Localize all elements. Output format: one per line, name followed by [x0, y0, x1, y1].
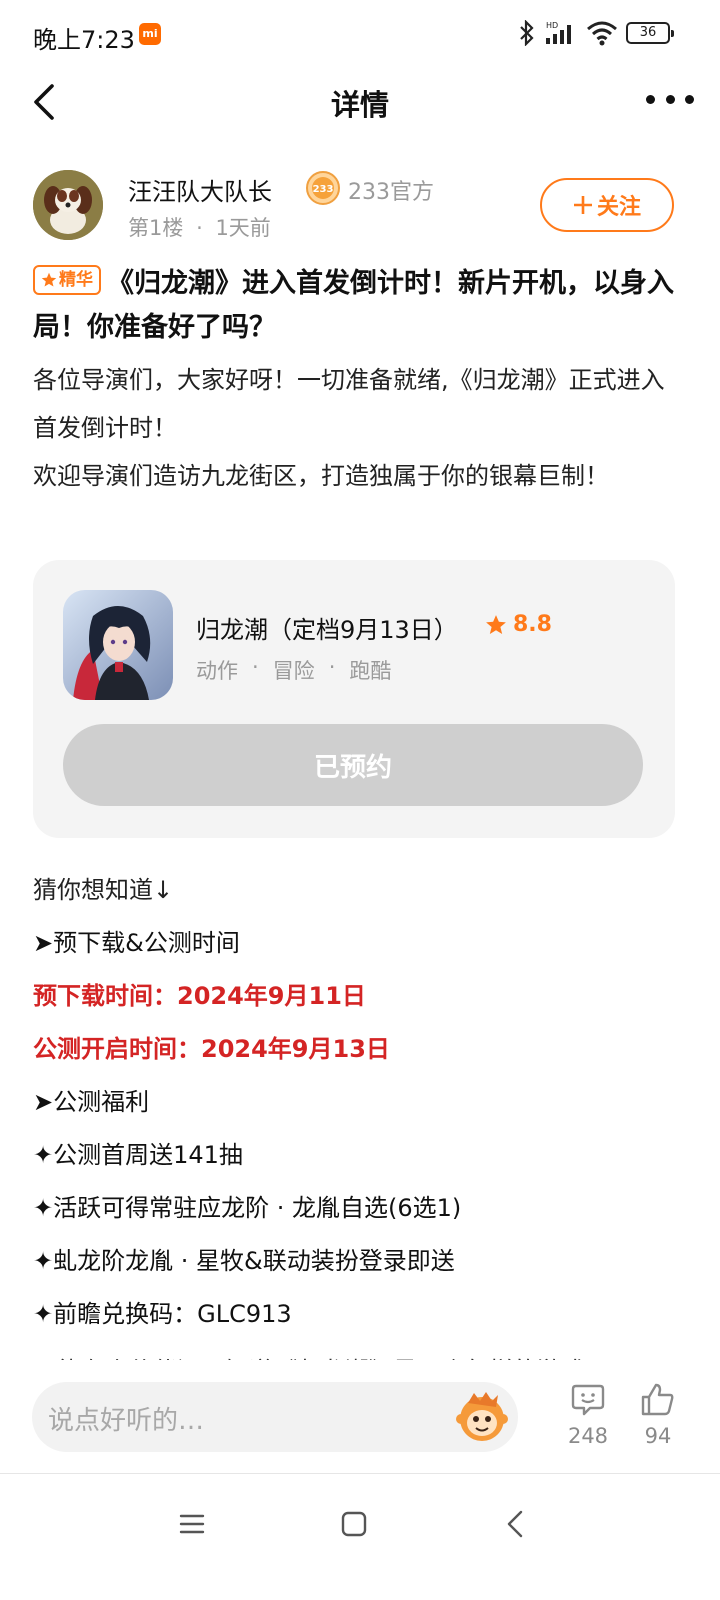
- post-body: 各位导演们，大家好呀！一切准备就绪,《归龙潮》正式进入首发倒计时！ 欢迎导演们造…: [33, 356, 683, 500]
- follow-label: 关注: [596, 195, 641, 220]
- square-icon: [341, 1511, 367, 1537]
- wifi-icon: [587, 21, 617, 46]
- menu-icon: [179, 1514, 205, 1534]
- content-line: ✦公测首周送141抽: [33, 1141, 243, 1169]
- game-tag: 冒险: [272, 659, 315, 683]
- game-app-icon[interactable]: [63, 590, 173, 700]
- essence-tag: 精华: [33, 265, 101, 295]
- game-rating: 8.8: [485, 612, 552, 637]
- dot-icon: [665, 94, 675, 104]
- system-back-button[interactable]: [496, 1504, 536, 1544]
- comment-bubble-icon: [571, 1384, 605, 1416]
- floor-label: 第1楼: [128, 216, 184, 240]
- author-avatar[interactable]: [33, 170, 103, 240]
- game-name: 归龙潮（定档9月13日）: [196, 616, 458, 644]
- post-title-block: 精华 《归龙潮》进入首发倒计时！新片开机，以身入局！你准备好了吗？: [33, 262, 688, 350]
- post-paragraph: 欢迎导演们造访九龙街区，打造独属于你的银幕巨制！: [33, 462, 609, 490]
- post-meta: 第1楼 · 1天前: [128, 212, 271, 242]
- plus-icon: [573, 196, 592, 214]
- cellular-signal-icon: HD: [546, 21, 571, 44]
- comment-input[interactable]: 说点好听的…: [32, 1382, 518, 1452]
- author-name[interactable]: 汪汪队大队长: [128, 172, 272, 207]
- recent-apps-button[interactable]: [172, 1504, 212, 1544]
- comment-count: 248: [567, 1424, 609, 1448]
- tag-separator: ·: [252, 655, 259, 679]
- comment-placeholder: 说点好听的…: [48, 1406, 205, 1436]
- reserved-button[interactable]: 已预约: [63, 724, 643, 806]
- game-tags: 动作 · 冒险 · 跑酷: [196, 655, 391, 685]
- bluetooth-icon: [520, 20, 534, 46]
- star-icon: [41, 272, 57, 287]
- status-icons: HD 36: [518, 20, 674, 46]
- chevron-left-icon: [507, 1510, 523, 1538]
- mi-notification-icon: mi: [139, 23, 161, 45]
- dog-avatar-icon: [33, 170, 103, 240]
- post-time: 1天前: [215, 216, 271, 240]
- author-row: 汪汪队大队长 233 233官方 第1楼 · 1天前 关注: [0, 166, 720, 246]
- game-tag: 跑酷: [349, 659, 392, 683]
- dot-icon: [646, 94, 655, 104]
- highlight-line: 预下载时间：2024年9月11日: [33, 982, 366, 1010]
- status-time: 晚上7:23: [33, 26, 135, 54]
- section-heading: ➤预下载&公测时间: [33, 929, 240, 957]
- emoji-monkey-icon[interactable]: [454, 1389, 510, 1445]
- badge-text: 233: [313, 184, 334, 195]
- content-line: ✦活跃可得常驻应龙阶 · 龙胤自选(6选1): [33, 1194, 462, 1222]
- thumbs-up-icon: [641, 1383, 674, 1416]
- post-paragraph: 各位导演们，大家好呀！一切准备就绪,《归龙潮》正式进入首发倒计时！: [33, 366, 665, 442]
- battery-icon: 36: [626, 22, 674, 44]
- content-line: ✦前瞻兑换码：GLC913: [33, 1300, 292, 1328]
- official-label: 233官方: [348, 180, 434, 205]
- section-heading: ➤公测福利: [33, 1088, 150, 1116]
- follow-button[interactable]: 关注: [540, 178, 674, 232]
- comment-bar: 说点好听的… 248 94: [0, 1360, 720, 1474]
- comment-count-button[interactable]: 248: [558, 1382, 618, 1448]
- page-title: 详情: [330, 88, 389, 122]
- more-options-button[interactable]: [646, 88, 694, 110]
- status-bar: 晚上7:23 mi HD 36: [0, 0, 720, 70]
- svg-text:HD: HD: [546, 21, 558, 30]
- post-content: 猜你想知道↓ ➤预下载&公测时间 预下载时间：2024年9月11日 公测开启时间…: [33, 864, 683, 1371]
- game-card[interactable]: 归龙潮（定档9月13日） 8.8 动作 · 冒险 · 跑酷 已预约: [33, 560, 675, 838]
- like-button[interactable]: 94: [628, 1382, 688, 1448]
- dot-icon: [685, 94, 694, 104]
- game-tag: 动作: [196, 659, 238, 683]
- system-nav-bar: [0, 1476, 720, 1600]
- home-button[interactable]: [334, 1504, 374, 1544]
- content-line: 猜你想知道↓: [33, 876, 174, 904]
- content-line: ✦虬龙阶龙胤 · 星牧&联动装扮登录即送: [33, 1247, 455, 1275]
- official-233-badge-icon: 233: [306, 171, 340, 205]
- like-count: 94: [644, 1424, 672, 1448]
- star-icon: [486, 614, 506, 634]
- meta-separator: ·: [196, 216, 203, 240]
- post-title: 《归龙潮》进入首发倒计时！新片开机，以身入局！你准备好了吗？: [33, 268, 674, 343]
- top-nav-bar: 详情: [0, 70, 720, 136]
- highlight-line: 公测开启时间：2024年9月13日: [33, 1035, 390, 1063]
- rating-value: 8.8: [513, 612, 552, 637]
- tag-separator: ·: [328, 655, 336, 679]
- essence-tag-label: 精华: [59, 270, 93, 290]
